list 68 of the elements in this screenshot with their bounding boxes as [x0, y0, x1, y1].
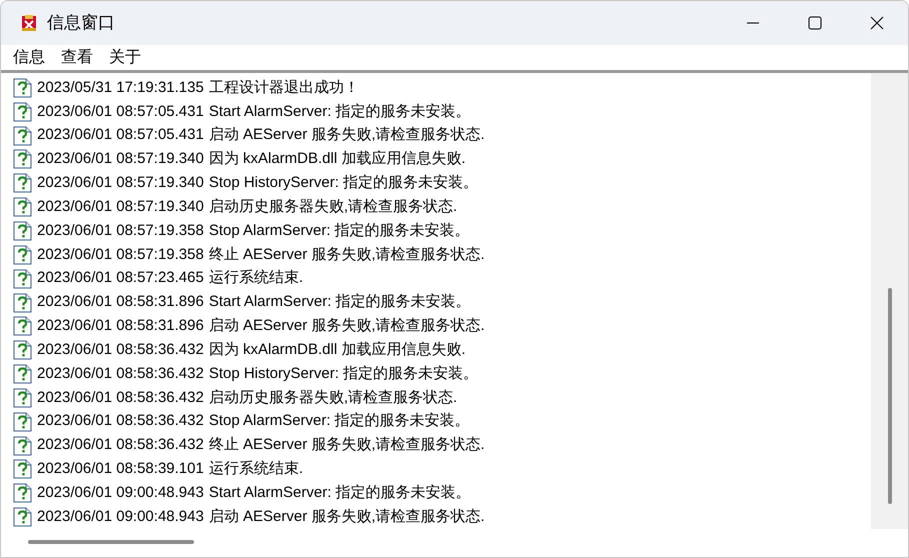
- help-document-icon: [13, 412, 32, 432]
- scrollbar-thumb[interactable]: [28, 540, 194, 544]
- log-message: Stop AlarmServer: 指定的服务未安装。: [208, 411, 470, 432]
- log-message: 启动历史服务器失败,请检查服务状态.: [208, 196, 458, 217]
- close-icon: [870, 16, 884, 30]
- log-message: 运行系统结束.: [208, 459, 303, 480]
- log-message: 工程设计器退出成功！: [208, 78, 359, 98]
- log-message: 运行系统结束.: [208, 268, 303, 288]
- minimize-icon: [746, 22, 760, 24]
- help-document-icon: [13, 268, 32, 289]
- help-document-icon: [13, 220, 32, 241]
- log-timestamp: 2023/06/01 08:57:19.358: [37, 244, 204, 265]
- log-message: 启动 AEServer 服务失败,请检查服务状态.: [208, 125, 485, 146]
- log-timestamp: 2023/06/01 09:00:48.943: [37, 483, 204, 504]
- log-message: Start AlarmServer: 指定的服务未安装。: [208, 483, 471, 504]
- log-message: Start AlarmServer: 指定的服务未安装。: [208, 292, 471, 312]
- log-timestamp: 2023/06/01 09:00:48.943: [37, 506, 204, 527]
- log-timestamp: 2023/06/01 08:58:36.432: [37, 411, 204, 432]
- help-document-icon: [13, 316, 32, 336]
- window-title: 信息窗口: [47, 12, 115, 34]
- log-message: 启动 AEServer 服务失败,请检查服务状态.: [208, 506, 485, 527]
- log-message: 因为 kxAlarmDB.dll 加载应用信息失败.: [208, 340, 466, 360]
- log-timestamp: 2023/06/01 08:57:19.340: [37, 173, 204, 194]
- help-document-icon: [13, 507, 32, 528]
- help-document-icon: [13, 459, 32, 480]
- log-message: Start AlarmServer: 指定的服务未安装。: [208, 102, 471, 122]
- log-timestamp: 2023/06/01 08:58:36.432: [37, 388, 204, 408]
- help-document-icon: [13, 173, 32, 194]
- help-document-icon: [13, 126, 32, 146]
- help-document-icon: [13, 197, 32, 218]
- log-message: 因为 kxAlarmDB.dll 加载应用信息失败.: [208, 149, 466, 170]
- log-timestamp: 2023/06/01 08:58:31.896: [37, 316, 204, 336]
- help-document-icon: [13, 292, 32, 313]
- log-message: Stop HistoryServer: 指定的服务未安装。: [208, 173, 478, 194]
- log-timestamp: 2023/06/01 08:57:23.465: [37, 268, 204, 288]
- help-document-icon: [13, 78, 32, 98]
- log-timestamp: 2023/06/01 08:57:05.431: [37, 125, 204, 146]
- log-timestamp: 2023/06/01 08:58:39.101: [37, 459, 204, 480]
- menu-item[interactable]: 信息: [5, 46, 53, 68]
- log-timestamp: 2023/06/01 08:58:36.432: [37, 340, 204, 360]
- log-timestamp: 2023/06/01 08:58:36.432: [37, 435, 204, 456]
- help-document-icon: [13, 364, 32, 384]
- menu-item[interactable]: 关于: [101, 46, 149, 68]
- help-document-icon: [13, 102, 32, 122]
- log-message: Stop AlarmServer: 指定的服务未安装。: [208, 220, 470, 241]
- scrollbar-thumb[interactable]: [888, 288, 892, 504]
- help-document-icon: [13, 340, 32, 360]
- help-document-icon: [13, 388, 32, 408]
- help-document-icon: [13, 149, 32, 170]
- log-timestamp: 2023/06/01 08:57:05.431: [37, 102, 204, 122]
- app-icon: [21, 14, 37, 32]
- log-timestamp: 2023/06/01 08:58:36.432: [37, 364, 204, 384]
- log-message: 终止 AEServer 服务失败,请检查服务状态.: [208, 435, 485, 456]
- help-document-icon: [13, 244, 32, 265]
- log-message: 终止 AEServer 服务失败,请检查服务状态.: [208, 244, 485, 265]
- vertical-scrollbar[interactable]: [871, 73, 908, 529]
- log-timestamp: 2023/06/01 08:58:31.896: [37, 292, 204, 312]
- log-message: 启动历史服务器失败,请检查服务状态.: [208, 388, 458, 408]
- log-message: Stop HistoryServer: 指定的服务未安装。: [208, 364, 478, 384]
- log-timestamp: 2023/06/01 08:57:19.358: [37, 220, 204, 241]
- log-timestamp: 2023/06/01 08:57:19.340: [37, 149, 204, 170]
- log-message: 启动 AEServer 服务失败,请检查服务状态.: [208, 316, 485, 336]
- help-document-icon: [13, 436, 32, 456]
- maximize-icon: [808, 16, 822, 30]
- log-timestamp: 2023/06/01 08:57:19.340: [37, 196, 204, 217]
- help-document-icon: [13, 483, 32, 504]
- log-timestamp: 2023/05/31 17:19:31.135: [37, 78, 204, 98]
- menu-item[interactable]: 查看: [53, 46, 101, 68]
